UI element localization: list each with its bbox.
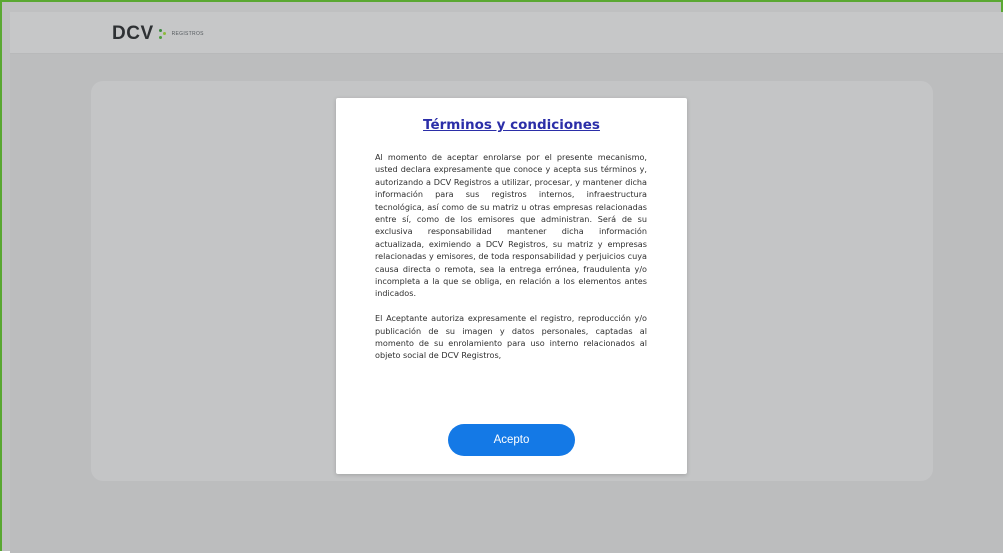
modal-title: Términos y condiciones xyxy=(423,117,600,133)
logo-text: DCV xyxy=(112,23,154,44)
terms-modal: Términos y condiciones Al momento de ace… xyxy=(336,98,687,474)
header-bar: DCV REGISTROS xyxy=(10,12,1003,54)
accept-button[interactable]: Acepto xyxy=(448,424,575,456)
terms-text[interactable]: Al momento de aceptar enrolarse por el p… xyxy=(375,151,647,414)
logo-subtitle: REGISTROS xyxy=(171,31,204,37)
terms-paragraph: El Aceptante autoriza expresamente el re… xyxy=(375,313,647,361)
dcv-logo[interactable]: DCV REGISTROS xyxy=(112,24,204,44)
terms-paragraph: Al momento de aceptar enrolarse por el p… xyxy=(375,152,647,299)
logo-dots-icon xyxy=(158,27,168,41)
